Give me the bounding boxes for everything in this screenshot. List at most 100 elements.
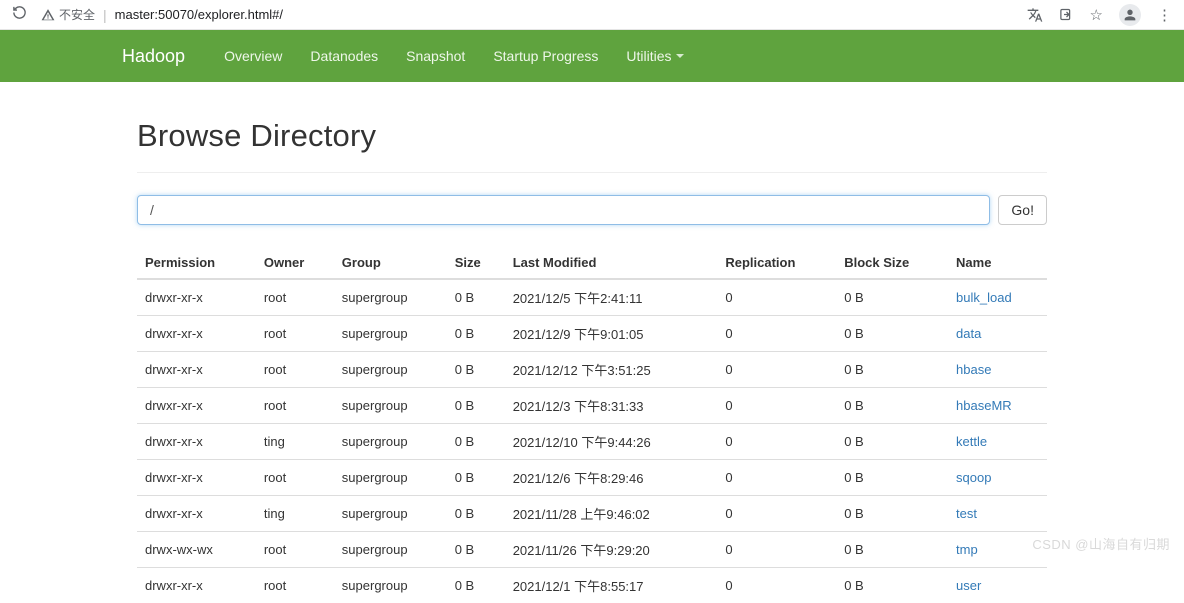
- table-row: drwxr-xr-xtingsupergroup0 B2021/12/10 下午…: [137, 424, 1047, 460]
- directory-link[interactable]: data: [956, 326, 981, 341]
- td-owner: root: [256, 532, 334, 568]
- nav-startup-progress[interactable]: Startup Progress: [479, 33, 612, 79]
- profile-avatar-icon[interactable]: [1119, 4, 1141, 26]
- td-last-modified: 2021/12/12 下午3:51:25: [505, 352, 718, 388]
- warning-icon: [41, 8, 55, 22]
- directory-link[interactable]: hbaseMR: [956, 398, 1012, 413]
- td-block-size: 0 B: [836, 532, 948, 568]
- go-button[interactable]: Go!: [998, 195, 1047, 225]
- nav-overview[interactable]: Overview: [210, 33, 296, 79]
- main-navbar: Hadoop Overview Datanodes Snapshot Start…: [0, 30, 1184, 82]
- directory-link[interactable]: bulk_load: [956, 290, 1012, 305]
- path-input-row: Go!: [137, 195, 1047, 225]
- td-block-size: 0 B: [836, 496, 948, 532]
- td-permission: drwxr-xr-x: [137, 279, 256, 316]
- directory-link[interactable]: test: [956, 506, 977, 521]
- td-name: data: [948, 316, 1047, 352]
- td-permission: drwxr-xr-x: [137, 460, 256, 496]
- td-group: supergroup: [334, 388, 447, 424]
- td-replication: 0: [717, 352, 836, 388]
- th-group[interactable]: Group: [334, 247, 447, 279]
- td-last-modified: 2021/12/10 下午9:44:26: [505, 424, 718, 460]
- directory-link[interactable]: tmp: [956, 542, 978, 557]
- td-name: hbaseMR: [948, 388, 1047, 424]
- td-size: 0 B: [447, 424, 505, 460]
- td-replication: 0: [717, 316, 836, 352]
- table-row: drwxr-xr-xrootsupergroup0 B2021/12/1 下午8…: [137, 568, 1047, 603]
- td-size: 0 B: [447, 316, 505, 352]
- th-size[interactable]: Size: [447, 247, 505, 279]
- td-size: 0 B: [447, 532, 505, 568]
- td-permission: drwx-wx-wx: [137, 532, 256, 568]
- td-owner: root: [256, 460, 334, 496]
- td-owner: root: [256, 316, 334, 352]
- td-group: supergroup: [334, 460, 447, 496]
- table-row: drwxr-xr-xtingsupergroup0 B2021/11/28 上午…: [137, 496, 1047, 532]
- td-block-size: 0 B: [836, 424, 948, 460]
- table-row: drwxr-xr-xrootsupergroup0 B2021/12/12 下午…: [137, 352, 1047, 388]
- td-name: kettle: [948, 424, 1047, 460]
- td-permission: drwxr-xr-x: [137, 568, 256, 603]
- directory-table: Permission Owner Group Size Last Modifie…: [137, 247, 1047, 603]
- table-row: drwx-wx-wxrootsupergroup0 B2021/11/26 下午…: [137, 532, 1047, 568]
- td-group: supergroup: [334, 568, 447, 603]
- td-permission: drwxr-xr-x: [137, 424, 256, 460]
- path-input[interactable]: [137, 195, 990, 225]
- kebab-menu-icon[interactable]: ⋮: [1157, 6, 1172, 24]
- nav-utilities[interactable]: Utilities: [612, 33, 697, 79]
- url-text[interactable]: master:50070/explorer.html#/: [115, 7, 283, 22]
- td-owner: root: [256, 388, 334, 424]
- td-name: bulk_load: [948, 279, 1047, 316]
- translate-icon[interactable]: [1027, 7, 1043, 23]
- td-replication: 0: [717, 496, 836, 532]
- td-block-size: 0 B: [836, 388, 948, 424]
- brand-logo[interactable]: Hadoop: [122, 46, 200, 67]
- table-row: drwxr-xr-xrootsupergroup0 B2021/12/6 下午8…: [137, 460, 1047, 496]
- td-permission: drwxr-xr-x: [137, 496, 256, 532]
- td-last-modified: 2021/12/3 下午8:31:33: [505, 388, 718, 424]
- td-last-modified: 2021/12/9 下午9:01:05: [505, 316, 718, 352]
- td-replication: 0: [717, 424, 836, 460]
- td-size: 0 B: [447, 460, 505, 496]
- page-title: Browse Directory: [137, 118, 1047, 154]
- nav-datanodes[interactable]: Datanodes: [296, 33, 392, 79]
- th-name[interactable]: Name: [948, 247, 1047, 279]
- directory-link[interactable]: hbase: [956, 362, 991, 377]
- td-block-size: 0 B: [836, 460, 948, 496]
- td-replication: 0: [717, 568, 836, 603]
- td-owner: root: [256, 568, 334, 603]
- td-group: supergroup: [334, 496, 447, 532]
- share-icon[interactable]: [1059, 7, 1074, 22]
- td-replication: 0: [717, 532, 836, 568]
- star-icon[interactable]: ☆: [1090, 6, 1103, 24]
- td-size: 0 B: [447, 568, 505, 603]
- browser-address-bar: 不安全 | master:50070/explorer.html#/ ☆ ⋮: [0, 0, 1184, 30]
- td-name: test: [948, 496, 1047, 532]
- directory-link[interactable]: kettle: [956, 434, 987, 449]
- td-owner: ting: [256, 496, 334, 532]
- td-owner: root: [256, 279, 334, 316]
- td-group: supergroup: [334, 352, 447, 388]
- td-size: 0 B: [447, 279, 505, 316]
- td-owner: root: [256, 352, 334, 388]
- th-owner[interactable]: Owner: [256, 247, 334, 279]
- td-permission: drwxr-xr-x: [137, 352, 256, 388]
- reload-icon[interactable]: [12, 5, 27, 25]
- directory-link[interactable]: sqoop: [956, 470, 991, 485]
- th-last-modified[interactable]: Last Modified: [505, 247, 718, 279]
- th-replication[interactable]: Replication: [717, 247, 836, 279]
- td-name: user: [948, 568, 1047, 603]
- td-permission: drwxr-xr-x: [137, 388, 256, 424]
- td-size: 0 B: [447, 352, 505, 388]
- title-divider: [137, 172, 1047, 173]
- chevron-down-icon: [676, 54, 684, 58]
- directory-link[interactable]: user: [956, 578, 981, 593]
- td-replication: 0: [717, 388, 836, 424]
- th-permission[interactable]: Permission: [137, 247, 256, 279]
- nav-utilities-label: Utilities: [626, 48, 671, 64]
- td-name: sqoop: [948, 460, 1047, 496]
- nav-snapshot[interactable]: Snapshot: [392, 33, 479, 79]
- th-block-size[interactable]: Block Size: [836, 247, 948, 279]
- main-container: Browse Directory Go! Permission Owner Gr…: [122, 118, 1062, 603]
- url-separator: |: [103, 7, 107, 23]
